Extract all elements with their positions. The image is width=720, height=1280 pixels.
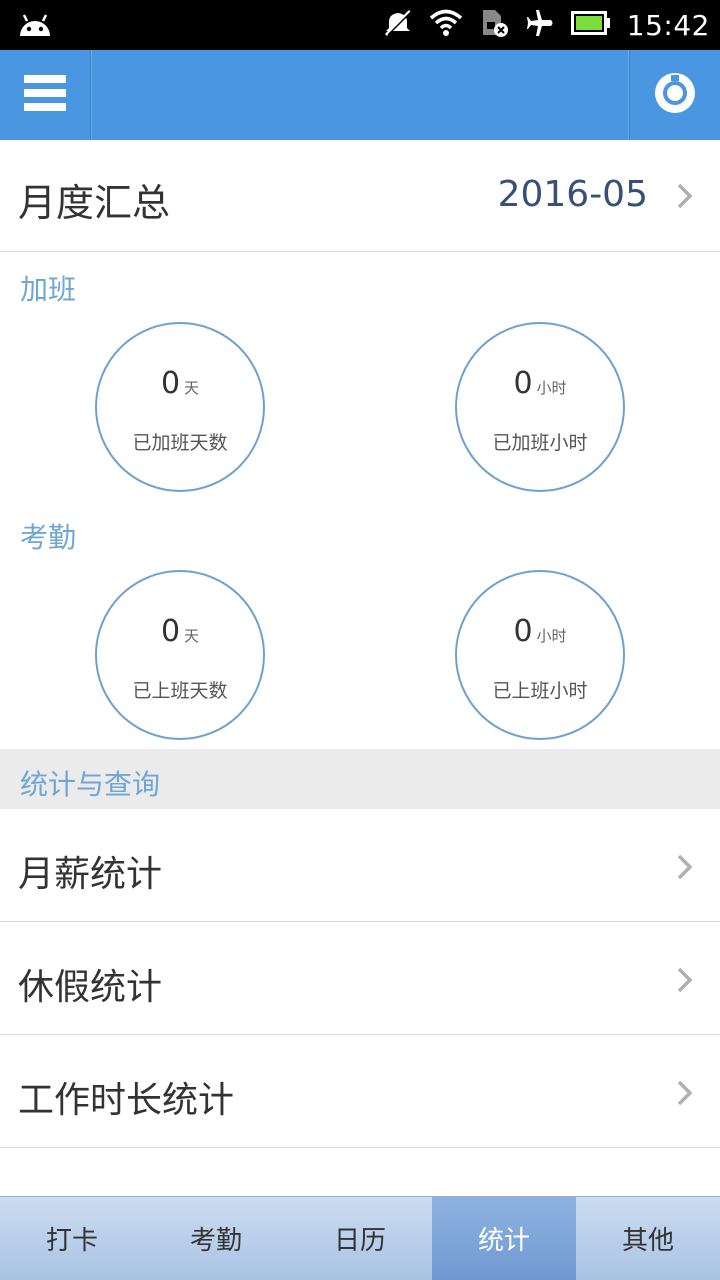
battery-icon	[570, 11, 611, 39]
airplane-icon	[525, 8, 555, 42]
attendance-hours-value: 0	[513, 614, 533, 649]
bottom-nav: 打卡 考勤 日历 统计 其他	[0, 1196, 720, 1280]
overtime-days-card: 0天 已加班天数	[95, 322, 265, 492]
attendance-days-caption: 已上班天数	[132, 680, 228, 702]
overtime-days-unit: 天	[184, 379, 200, 397]
attendance-days-unit: 天	[184, 627, 200, 645]
overtime-hours-card: 0 小时 已加班小时	[455, 322, 625, 492]
tab-punch[interactable]: 打卡	[0, 1197, 144, 1280]
chevron-right-icon	[677, 967, 693, 993]
attendance-days-value: 0	[160, 614, 181, 649]
overtime-section-title: 加班	[20, 273, 77, 306]
app-bar	[0, 50, 720, 140]
chevron-right-icon	[677, 1080, 693, 1106]
overtime-hours-unit: 小时	[536, 379, 567, 397]
settings-icon	[654, 72, 696, 118]
overtime-hours-caption: 已加班小时	[492, 432, 588, 454]
list-item-label: 休假统计	[18, 967, 163, 1008]
menu-button[interactable]	[0, 50, 91, 140]
menu-icon	[24, 75, 66, 115]
settings-button[interactable]	[629, 50, 720, 140]
list-item-label: 月薪统计	[18, 854, 163, 895]
overtime-days-value: 0	[160, 366, 181, 401]
monthly-salary-stats-row[interactable]: 月薪统计	[0, 809, 720, 922]
sound-off-icon	[383, 8, 413, 42]
leave-stats-row[interactable]: 休假统计	[0, 922, 720, 1035]
attendance-hours-unit: 小时	[536, 627, 567, 645]
attendance-days-card: 0天 已上班天数	[95, 570, 265, 740]
chevron-right-icon	[677, 183, 693, 209]
attendance-hours-card: 0 小时 已上班小时	[455, 570, 625, 740]
status-time: 15:42	[626, 8, 710, 42]
tab-other[interactable]: 其他	[576, 1197, 720, 1280]
wifi-icon	[429, 9, 463, 41]
overtime-days-caption: 已加班天数	[132, 432, 228, 454]
attendance-section-title: 考勤	[20, 521, 77, 554]
chevron-right-icon	[677, 854, 693, 880]
overtime-hours-value: 0	[513, 366, 533, 401]
stats-section-header: 统计与查询	[0, 749, 720, 809]
android-icon	[16, 12, 54, 42]
list-item-label: 工作时长统计	[18, 1080, 235, 1121]
tab-attendance[interactable]: 考勤	[144, 1197, 288, 1280]
tab-statistics[interactable]: 统计	[432, 1197, 576, 1280]
tab-calendar[interactable]: 日历	[288, 1197, 432, 1280]
monthly-summary-label: 月度汇总	[18, 181, 171, 225]
monthly-summary-row[interactable]: 月度汇总 2016-05	[0, 140, 720, 252]
month-value: 2016-05	[497, 174, 648, 215]
attendance-hours-caption: 已上班小时	[492, 680, 588, 702]
work-hours-stats-row[interactable]: 工作时长统计	[0, 1035, 720, 1148]
status-bar: 15:42	[0, 0, 720, 50]
sim-icon	[479, 8, 509, 42]
stats-section-title: 统计与查询	[20, 768, 161, 801]
